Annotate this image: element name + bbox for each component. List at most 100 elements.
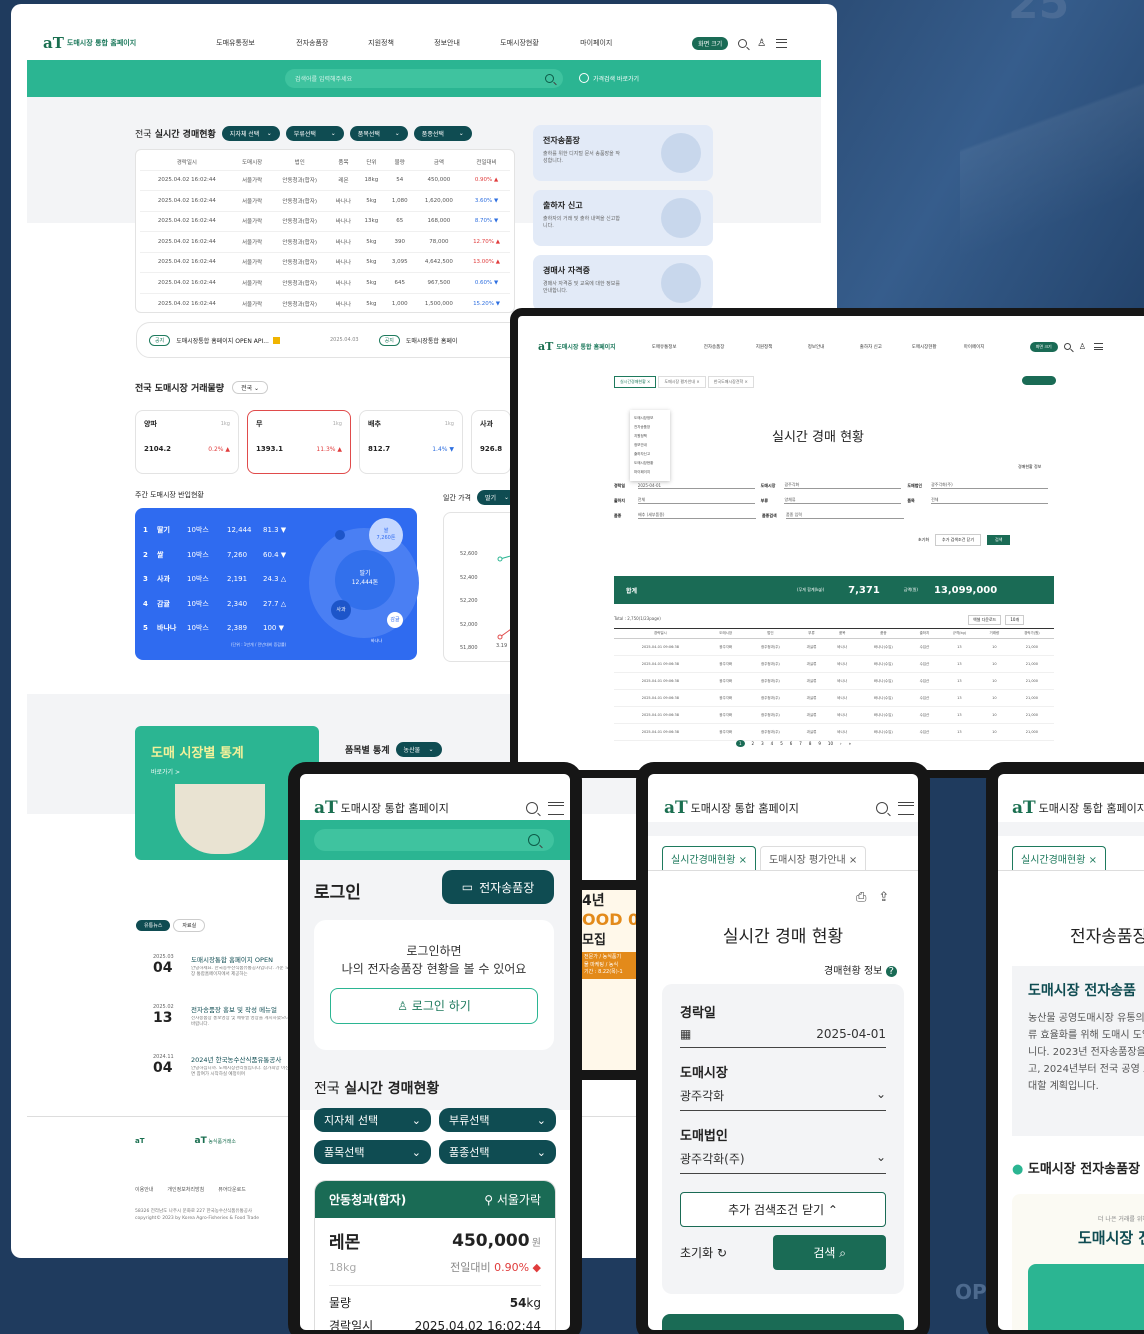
menu-icon[interactable] <box>776 38 788 48</box>
notice-bar[interactable]: 공지 도매시장통합 홈페이지 OPEN API... 2025.04.03 공지… <box>136 322 526 358</box>
last-page-icon[interactable]: » <box>849 741 851 746</box>
nav-item[interactable]: 도매시장현황 <box>912 344 964 350</box>
nav-item[interactable]: 도매시장현황 <box>500 38 580 48</box>
menu-item[interactable]: 지원정책 <box>634 432 666 441</box>
filter-class[interactable]: 부류선택 ⌄ <box>285 126 344 141</box>
news-item[interactable]: 2025.03 04 도매시장통합 홈페이지 OPEN 안녕하세요. 한국농수산식품유… <box>153 954 303 1004</box>
filter-class[interactable]: 부류선택 ⌄ <box>439 1108 556 1132</box>
search-input[interactable] <box>314 829 554 851</box>
menu-item[interactable]: 출하자신고 <box>634 450 666 459</box>
menu-item[interactable]: 도매시장정보 <box>634 414 666 423</box>
footer-link[interactable]: 이용안내 <box>135 1186 153 1193</box>
tab-archive[interactable]: 자료실 <box>173 919 206 932</box>
site-logo[interactable]: aT 도매시장 통합 홈페이지 <box>43 34 136 52</box>
search-submit-icon[interactable] <box>528 834 540 846</box>
esong-button[interactable]: ▭ 전자송품장 <box>442 870 554 904</box>
nav-item[interactable]: 도매유통정보 <box>216 38 296 48</box>
reset-button[interactable]: 초기화 ↻ <box>680 1244 727 1261</box>
search-button[interactable]: 검색 ⌕ <box>773 1235 886 1270</box>
menu-item[interactable]: 마이페이지 <box>634 468 666 477</box>
nav-item[interactable]: 마이페이지 <box>964 344 1016 350</box>
tab-evaluation[interactable]: 도매시장 평가안내 × <box>759 846 867 871</box>
service-card-shipper[interactable]: 출하자 신고 출하자의 거래 및 출하 내역을 신고합니다. <box>533 190 713 246</box>
all-close-button[interactable] <box>1022 376 1056 385</box>
table-row[interactable]: 2025.04.02 16:02:44 서울가락 안동청과(합자) 바나나 5kg 390… <box>140 231 510 253</box>
date-field[interactable]: ▦ 2025-04-01 <box>680 1021 886 1048</box>
menu-icon[interactable] <box>548 801 564 815</box>
user-icon[interactable]: ♙ <box>757 38 766 49</box>
volume-card[interactable]: 무 1kg 1393.1 11.3% ▲ <box>247 410 351 474</box>
excel-download-button[interactable]: 엑셀 다운로드 <box>968 615 1002 625</box>
page-number[interactable]: 2 <box>752 741 755 746</box>
table-row[interactable]: 2025.04.02 16:02:44 서울가락 안동청과(합자) 바나나 5kg 645… <box>140 272 510 294</box>
form-field[interactable]: 전체 <box>637 497 755 504</box>
table-row[interactable]: 2025-04-01 09:06:38 광주각화 광주청과(주) 과실류 바나나 바나나(… <box>614 673 1054 690</box>
table-row[interactable]: 2025-04-01 09:06:38 광주각화 광주청과(주) 과실류 바나나 바나나(… <box>614 656 1054 673</box>
tab-live-auction[interactable]: 실시간경매현황 × <box>614 376 657 388</box>
tab-news[interactable]: 유통뉴스 <box>136 920 171 931</box>
page-number[interactable]: 9 <box>818 741 821 746</box>
table-row[interactable]: 2025-04-01 09:06:38 광주각화 광주청과(주) 과실류 바나나 바나나(… <box>614 707 1054 724</box>
filter-variety[interactable]: 품종선택 ⌄ <box>413 126 472 141</box>
filter-item[interactable]: 품목선택 ⌄ <box>349 126 408 141</box>
login-button[interactable]: ♙ 로그인 하기 <box>330 988 538 1024</box>
search-icon[interactable] <box>526 802 538 814</box>
menu-item[interactable]: 전자송품장 <box>634 423 666 432</box>
form-field[interactable]: 광주각화 <box>784 482 902 489</box>
menu-icon[interactable] <box>898 801 914 815</box>
form-field[interactable]: 광주각화(주) <box>931 482 1049 489</box>
menu-item[interactable]: 정보안내 <box>634 441 666 450</box>
page-number[interactable]: 3 <box>761 741 764 746</box>
nav-item[interactable]: 정보안내 <box>808 344 860 350</box>
nav-item[interactable]: 도매유통정보 <box>652 344 704 350</box>
news-item[interactable]: 2024.11 04 2024년 한국농수산식품유통공사 안녕하십니까. 도매시장관리… <box>153 1054 303 1104</box>
user-icon[interactable]: ♙ <box>1079 342 1086 351</box>
screen-size-button[interactable]: 화면 크기 <box>1029 341 1058 352</box>
company-select[interactable]: 광주각화(주) ⌄ <box>680 1144 886 1174</box>
tab-live-auction[interactable]: 실시간경매현황 × <box>662 846 756 871</box>
nav-item[interactable]: 정보안내 <box>434 38 500 48</box>
volume-select[interactable]: 전국 ⌄ <box>232 381 269 394</box>
table-row[interactable]: 2025-04-01 09:06:38 광주각화 광주청과(주) 과실류 바나나 바나나(… <box>614 639 1054 656</box>
table-row[interactable]: 2025-04-01 09:06:38 광주각화 광주청과(주) 과실류 바나나 바나나(… <box>614 724 1054 741</box>
footer-link[interactable]: 개인정보처리방침 <box>167 1186 204 1193</box>
more-conditions-button[interactable]: 추가 검색조건 닫기 ⌃ <box>680 1192 886 1227</box>
form-field[interactable]: 양채류 <box>784 497 902 504</box>
table-row[interactable]: 2025.04.02 16:02:44 서울가락 안동청과(합자) 바나나 5kg 1,0… <box>140 293 510 314</box>
volume-card[interactable]: 배추 1kg 812.7 1.4% ▼ <box>359 410 463 474</box>
page-number[interactable]: 10 <box>828 741 833 746</box>
tab-tour[interactable]: 한국도매시장견학 × <box>707 376 754 388</box>
search-submit-icon[interactable] <box>545 74 554 83</box>
item-stats-select[interactable]: 농산물 ⌄ <box>395 742 442 757</box>
page-size-select[interactable]: 10개 <box>1005 615 1025 625</box>
page-number[interactable]: 4 <box>771 741 774 746</box>
table-row[interactable]: 2025-04-01 09:06:38 광주각화 광주청과(주) 과실류 바나나 바나나(… <box>614 690 1054 707</box>
search-button[interactable]: 검색 <box>987 535 1011 545</box>
site-logo[interactable]: aT 도매시장 통합 홈페이지 <box>664 798 799 818</box>
search-input[interactable]: 검색어를 입력해주세요 <box>285 69 563 88</box>
service-card-license[interactable]: 경매사 자격증 경매사 자격증 및 교육에 대한 정보를 안내합니다. <box>533 255 713 311</box>
auction-card[interactable]: 안동청과(합자) ⚲ 서울가락 레몬 450,000 원 18kg 전일대비 0.90… <box>314 1180 556 1330</box>
form-field[interactable]: 전체 <box>931 497 1049 504</box>
more-conditions-button[interactable]: 추가 검색조건 닫기 <box>935 534 982 546</box>
page-number[interactable]: 7 <box>799 741 802 746</box>
page-number[interactable]: 6 <box>790 741 793 746</box>
nav-item[interactable]: 지원정책 <box>756 344 808 350</box>
filter-item[interactable]: 품목선택 ⌄ <box>314 1140 431 1164</box>
nav-item[interactable]: 지원정책 <box>368 38 434 48</box>
search-icon[interactable] <box>876 802 888 814</box>
site-logo[interactable]: aT 도매시장 통합 홈페이지 <box>314 798 449 818</box>
page-number[interactable]: 1 <box>736 740 745 747</box>
nav-item[interactable]: 전자송품장 <box>704 344 756 350</box>
filter-region[interactable]: 지자체 선택 ⌄ <box>221 126 280 141</box>
form-field[interactable]: 배추 (세부품종) <box>638 512 756 519</box>
info-link[interactable]: 경매현황 정보 ? <box>824 962 897 977</box>
filter-variety[interactable]: 품종선택 ⌄ <box>439 1140 556 1164</box>
market-select[interactable]: 광주각화 ⌄ <box>680 1081 886 1111</box>
site-logo[interactable]: aT 도매시장 통합 홈페이지 <box>538 340 616 353</box>
nav-item[interactable]: 출하자 신고 <box>860 344 912 350</box>
nav-item[interactable]: 마이페이지 <box>580 38 640 48</box>
info-link[interactable]: 경매현황 정보 <box>1018 464 1041 470</box>
table-row[interactable]: 2025.04.02 16:02:44 서울가락 안동청과(합자) 바나나 13kg 65… <box>140 211 510 232</box>
volume-card[interactable]: 사과 926.8 <box>471 410 511 474</box>
